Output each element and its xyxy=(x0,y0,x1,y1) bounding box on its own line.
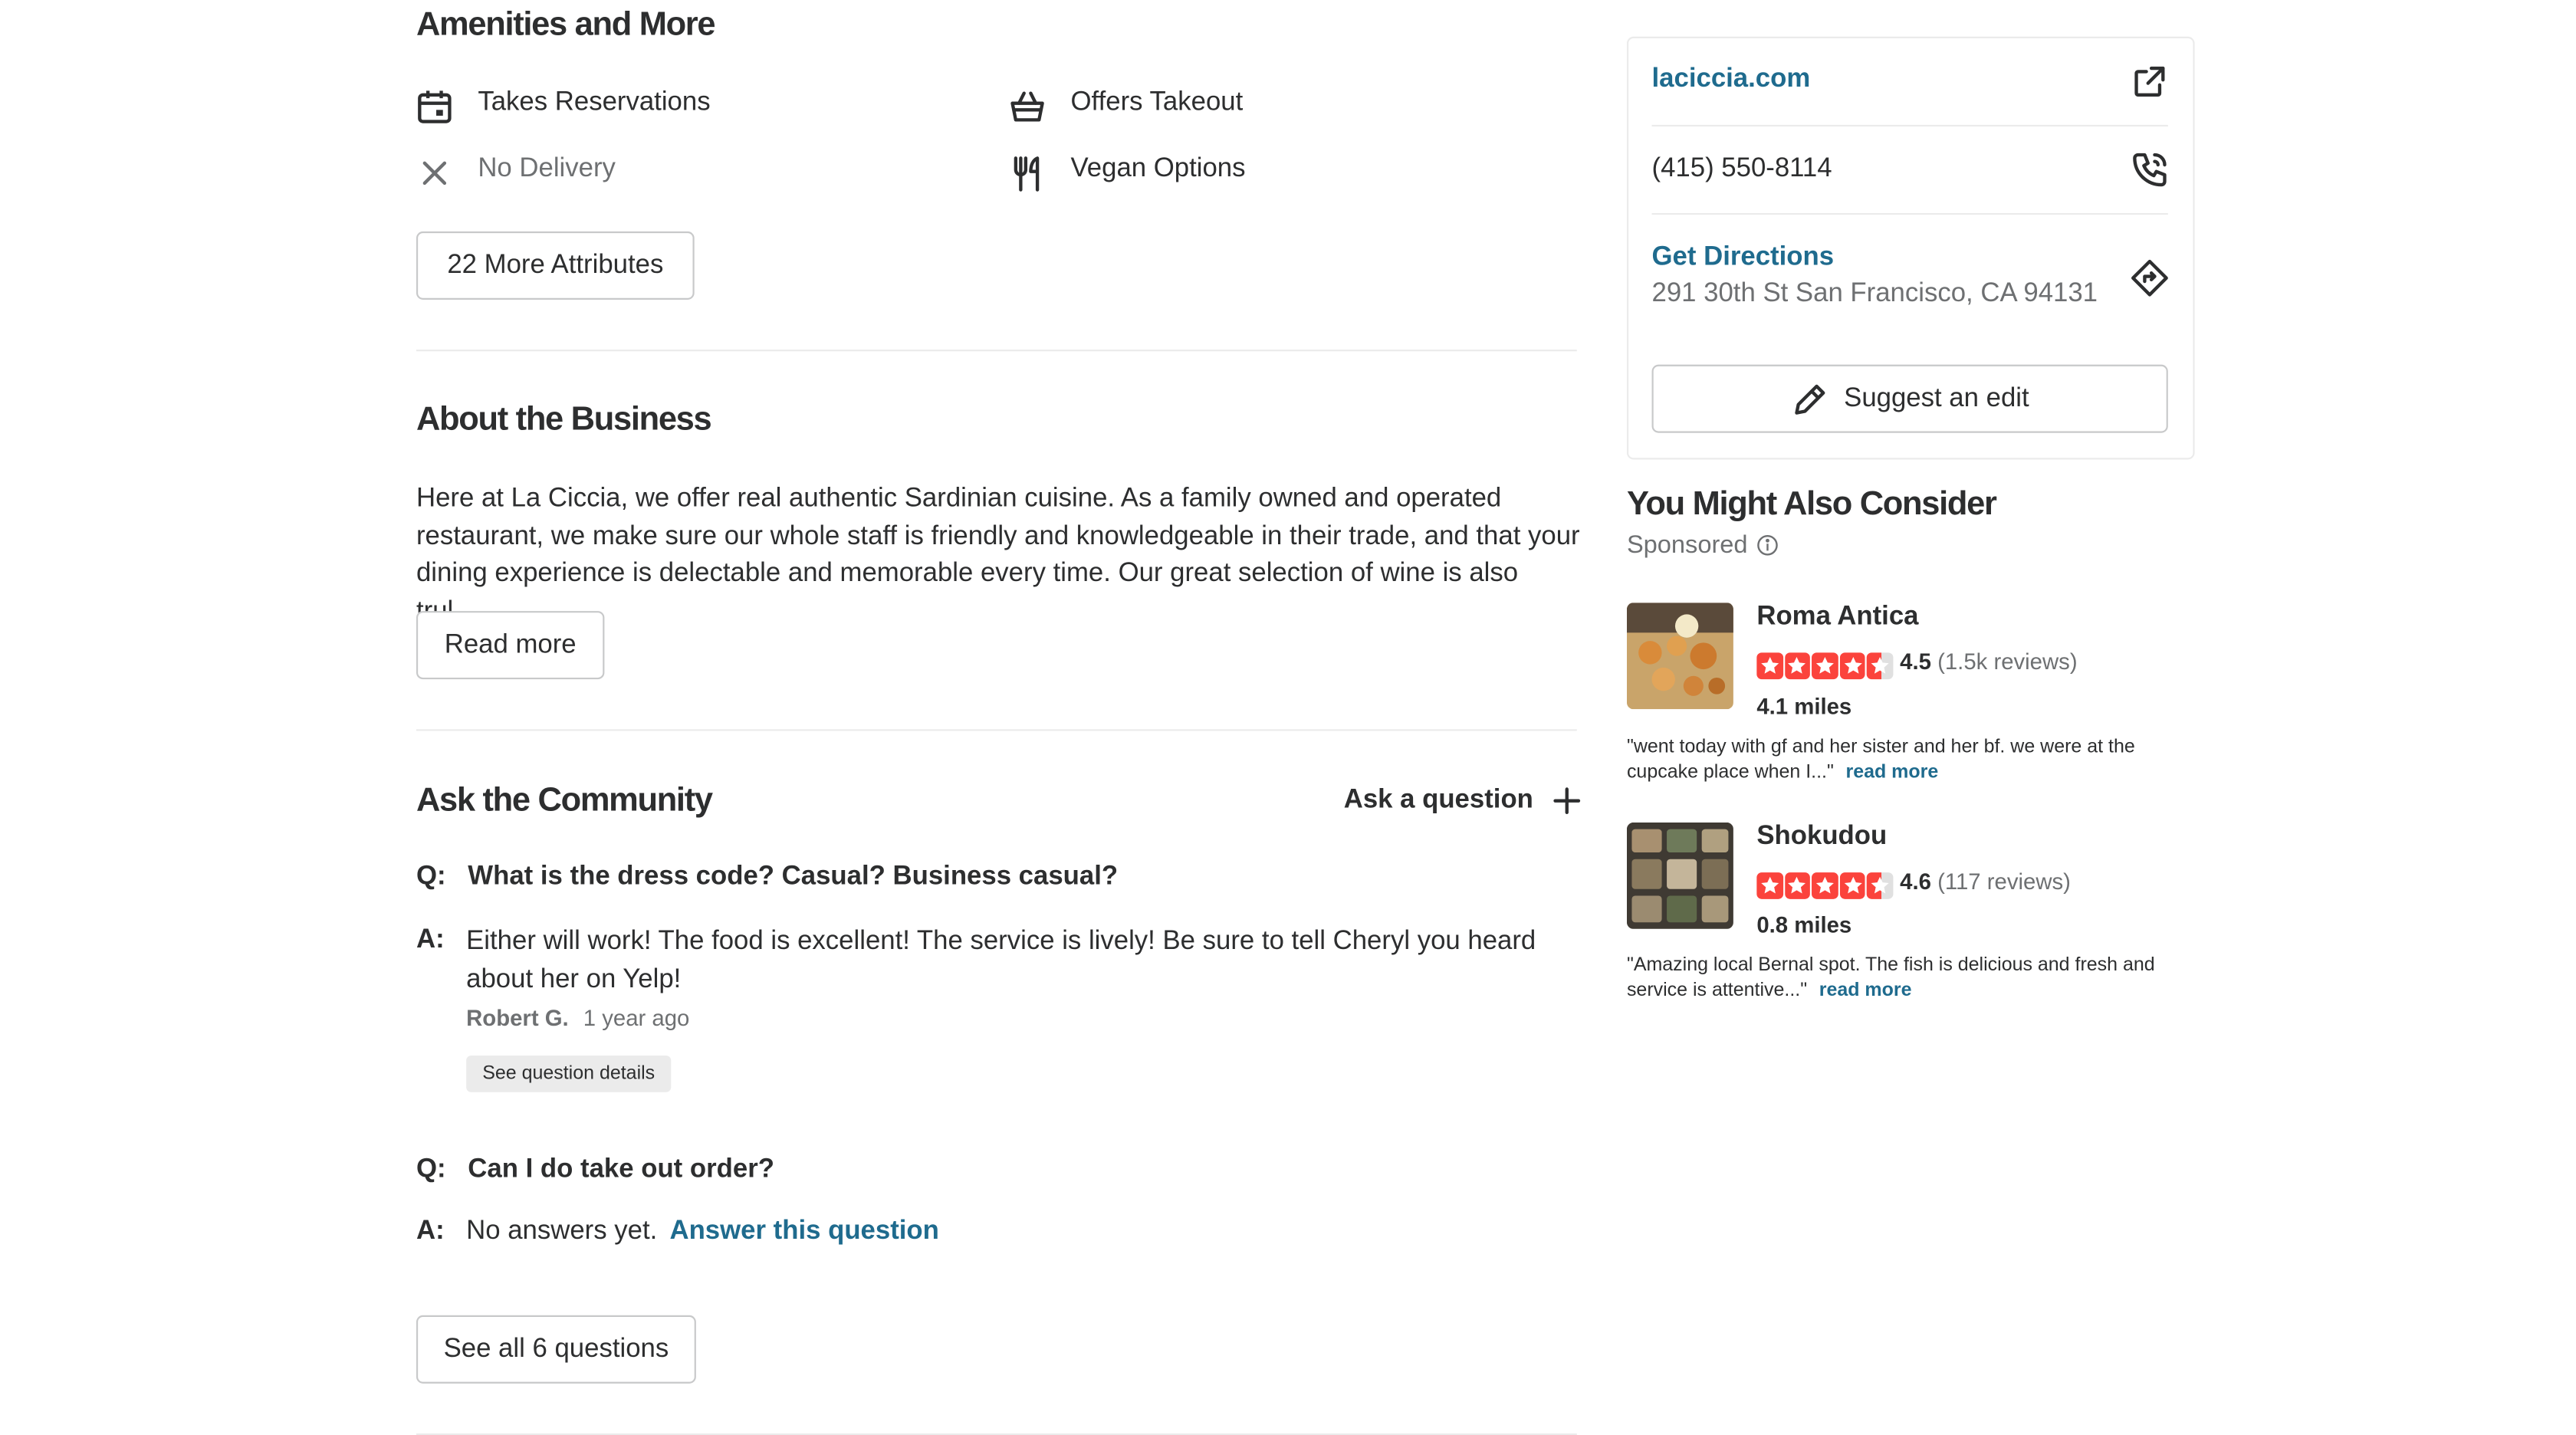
divider xyxy=(1651,124,2168,127)
sponsored-row: Sponsored xyxy=(1627,531,1778,560)
phone-number: (415) 550-8114 xyxy=(1651,154,1832,183)
suggest-edit-label: Suggest an edit xyxy=(1844,383,2029,412)
answer-prefix: A: xyxy=(416,1217,445,1246)
answer-text: Either will work! The food is excellent!… xyxy=(466,927,1536,993)
calendar-icon xyxy=(415,87,455,126)
amenity-vegan-options: Vegan Options xyxy=(1070,154,1246,183)
star-rating xyxy=(1756,872,1894,898)
snippet-read-more[interactable]: read more xyxy=(1819,980,1912,1000)
suggest-edit-button[interactable]: Suggest an edit xyxy=(1651,364,2168,433)
star-rating xyxy=(1756,652,1894,679)
see-all-questions-button[interactable]: See all 6 questions xyxy=(416,1315,696,1384)
star-icon xyxy=(1784,652,1811,679)
takeout-basket-icon xyxy=(1007,87,1047,126)
answer-question-link[interactable]: Answer this question xyxy=(669,1217,938,1246)
listing-name[interactable]: Roma Antica xyxy=(1756,603,1918,632)
star-icon xyxy=(1867,872,1894,898)
listing-snippet: "Amazing local Bernal spot. The fish is … xyxy=(1627,954,2177,1003)
listing-photo[interactable] xyxy=(1626,603,1733,710)
phone-icon[interactable] xyxy=(2130,149,2170,189)
no-answer-text: No answers yet. xyxy=(466,1217,658,1246)
star-icon xyxy=(1756,652,1783,679)
star-icon xyxy=(1812,652,1838,679)
question-text[interactable]: What is the dress code? Casual? Business… xyxy=(468,862,1118,892)
utensils-icon xyxy=(1007,153,1047,193)
rating-row: 4.5 (1.5k reviews) xyxy=(1900,649,2077,675)
see-question-details-button[interactable]: See question details xyxy=(466,1055,672,1092)
external-link-icon[interactable] xyxy=(2130,61,2170,101)
divider xyxy=(416,729,1577,731)
about-text: Here at La Ciccia, we offer real authent… xyxy=(416,484,1580,626)
divider xyxy=(1651,213,2168,215)
rating-value: 4.6 xyxy=(1900,869,1931,895)
star-icon xyxy=(1756,872,1783,898)
close-icon xyxy=(415,153,455,193)
sponsored-label: Sponsored xyxy=(1626,530,1748,560)
listing-name[interactable]: Shokudou xyxy=(1756,823,1887,852)
about-heading: About the Business xyxy=(416,401,712,438)
listing-snippet: "went today with gf and her sister and h… xyxy=(1627,736,2177,786)
answer-author[interactable]: Robert G. xyxy=(466,1006,569,1031)
review-count: (1.5k reviews) xyxy=(1937,649,2078,675)
consider-heading: You Might Also Consider xyxy=(1626,486,1997,523)
pencil-icon xyxy=(1791,379,1831,419)
star-icon xyxy=(1784,872,1811,898)
star-icon xyxy=(1839,872,1866,898)
amenities-heading: Amenities and More xyxy=(416,6,716,44)
community-heading: Ask the Community xyxy=(416,782,713,819)
plus-icon xyxy=(1550,784,1583,817)
amenity-offers-takeout: Offers Takeout xyxy=(1070,88,1244,117)
answer-meta: Robert G. 1 year ago xyxy=(466,1006,689,1031)
ask-question-label: Ask a question xyxy=(1343,786,1533,815)
listing-distance: 4.1 miles xyxy=(1756,694,1852,720)
more-attributes-button[interactable]: 22 More Attributes xyxy=(416,231,695,300)
rating-row: 4.6 (117 reviews) xyxy=(1900,869,2071,895)
listing-photo[interactable] xyxy=(1626,822,1733,929)
read-more-button[interactable]: Read more xyxy=(416,611,605,680)
question-text[interactable]: Can I do take out order? xyxy=(468,1155,774,1185)
ask-question-button[interactable]: Ask a question xyxy=(1344,784,1583,817)
get-directions-link[interactable]: Get Directions xyxy=(1652,243,1835,273)
snippet-read-more[interactable]: read more xyxy=(1845,763,1938,783)
rating-value: 4.5 xyxy=(1900,649,1931,675)
business-address: 291 30th St San Francisco, CA 94131 xyxy=(1651,279,2098,308)
answer-prefix: A: xyxy=(416,925,445,954)
question-prefix: Q: xyxy=(416,1155,446,1184)
amenity-no-delivery: No Delivery xyxy=(478,154,616,183)
star-icon xyxy=(1867,652,1894,679)
star-icon xyxy=(1812,872,1838,898)
info-icon[interactable] xyxy=(1756,534,1777,556)
amenity-takes-reservations: Takes Reservations xyxy=(478,88,711,117)
question-prefix: Q: xyxy=(416,862,446,891)
answer-time: 1 year ago xyxy=(583,1005,690,1031)
no-answer-row: No answers yet. Answer this question xyxy=(466,1217,939,1247)
star-icon xyxy=(1839,652,1866,679)
website-label[interactable]: laciccia.com xyxy=(1652,65,1811,94)
divider xyxy=(416,350,1577,352)
review-count: (117 reviews) xyxy=(1937,869,2071,895)
directions-icon[interactable] xyxy=(2130,258,2170,298)
listing-distance: 0.8 miles xyxy=(1756,912,1852,938)
website-link[interactable]: laciccia.com xyxy=(1652,65,1811,95)
